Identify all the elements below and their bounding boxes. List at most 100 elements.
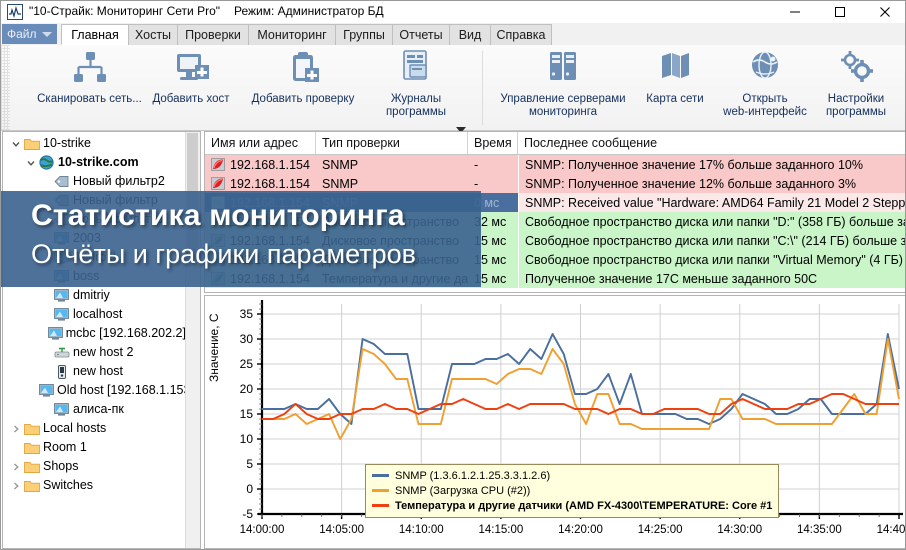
tree-node[interactable]: Local hosts (3, 419, 186, 438)
host-icon (53, 286, 70, 305)
tree-node[interactable]: new host 2 (3, 343, 186, 362)
svg-text:14:20:00: 14:20:00 (558, 524, 603, 536)
table-row[interactable]: 192.168.1.154 SNMP - SNMP: Полученное значе… (205, 155, 905, 174)
tree-node[interactable]: Room 1 (3, 438, 186, 457)
legend-label: Температура и другие датчики (AMD FX-430… (395, 499, 773, 512)
svg-text:14:30:00: 14:30:00 (717, 524, 762, 536)
tab-5[interactable]: Группы (335, 24, 393, 45)
ribbon-grip (1, 45, 10, 130)
close-button[interactable] (862, 1, 905, 23)
ribbon-button-add-host[interactable]: Добавить хост (141, 47, 241, 106)
tree-node[interactable]: алиса-пк (3, 400, 186, 419)
legend-item: SNMP (Загрузка CPU (#2)) (372, 483, 772, 498)
table-column-header[interactable]: Тип проверки (316, 132, 468, 154)
svg-text:30: 30 (240, 332, 254, 346)
table-column-header[interactable]: Последнее сообщение (518, 132, 905, 154)
ribbon-button-add-check[interactable]: Добавить проверку (233, 47, 373, 106)
tree-node[interactable]: 10-strike (3, 134, 186, 153)
chevron-down-icon (41, 31, 52, 37)
legend-color-swatch (372, 489, 389, 492)
tree-node[interactable]: Shops (3, 457, 186, 476)
svg-text:-5: -5 (242, 507, 253, 521)
ribbon-button-network-map[interactable]: Карта сети (635, 47, 715, 106)
ribbon-button-manage-servers[interactable]: Управление серверами мониторинга (491, 47, 635, 119)
tree-node-label: Switches (43, 478, 94, 492)
legend-label: SNMP (Загрузка CPU (#2)) (395, 484, 531, 497)
tree-node[interactable]: 10-strike.com (3, 153, 186, 172)
filter-tag-icon (53, 172, 70, 191)
tree-node[interactable]: Новый фильтр2 (3, 172, 186, 191)
ribbon-separator (482, 51, 483, 125)
app-window: "10-Страйк: Мониторинг Сети Pro" Режим: … (0, 0, 906, 550)
svg-text:14:10:00: 14:10:00 (399, 524, 444, 536)
table-header-row: Имя или адрес Тип проверки Время Последнее … (205, 132, 905, 155)
promo-banner-overlay: Статистика мониторинга Отчёты и графики … (1, 191, 481, 287)
svg-text:25: 25 (240, 357, 254, 371)
svg-text:5: 5 (246, 457, 253, 471)
tree-node[interactable]: new host (3, 362, 186, 381)
table-column-header[interactable]: Время (468, 132, 518, 154)
chart-y-axis-label: Значение, С (207, 313, 221, 382)
tab-2[interactable]: Хосты (128, 24, 178, 45)
table-cell-message: SNMP: Полученное значение 17% больше зад… (518, 155, 905, 174)
tree-node[interactable]: Old host [192.168.1.153] (3, 381, 194, 400)
ribbon-button-label: Настройки программы (825, 93, 887, 118)
svg-text:14:35:00: 14:35:00 (797, 524, 842, 536)
chevron-right-icon[interactable] (9, 419, 23, 438)
svg-text:0: 0 (246, 482, 253, 496)
tree-node[interactable]: localhost (3, 305, 186, 324)
servers-icon (491, 47, 635, 91)
svg-text:10: 10 (240, 432, 254, 446)
table-column-header[interactable]: Имя или адрес (205, 132, 316, 154)
legend-item: Температура и другие датчики (AMD FX-430… (372, 498, 772, 513)
minimize-button[interactable] (772, 1, 817, 23)
tree-node-label: Room 1 (43, 440, 87, 454)
ribbon-button-label: Карта сети (646, 93, 704, 105)
tree-node-label: 10-strike.com (58, 155, 139, 169)
error-icon (211, 177, 225, 190)
tree-node[interactable]: dmitriy (3, 286, 186, 305)
host-icon (53, 400, 70, 419)
svg-text:35: 35 (240, 307, 254, 321)
file-menu-button[interactable]: Файл (2, 24, 57, 44)
folder-icon (23, 134, 40, 153)
table-cell-message: Свободное пространство диска или папки "… (518, 250, 905, 269)
banner-subtitle: Отчёты и графики параметров (31, 239, 416, 269)
ribbon-button-label: Открыть web-интерфейс (723, 93, 807, 118)
tab-4[interactable]: Мониторинг (248, 24, 336, 45)
ribbon-button-label: Журналы программы (385, 93, 447, 118)
add-host-icon (141, 47, 241, 91)
chevron-down-icon[interactable] (24, 153, 38, 172)
tab-7[interactable]: Вид (449, 24, 491, 45)
tab-3[interactable]: Проверки (177, 24, 249, 45)
host-icon (39, 381, 54, 400)
ribbon-button-program-settings[interactable]: Настройки программы (813, 47, 899, 119)
chevron-down-icon[interactable] (9, 134, 23, 153)
tree-node-label: new host 2 (73, 345, 134, 359)
tree-node[interactable]: mcbc [192.168.202.2] (3, 324, 186, 343)
tree-node-label: Shops (43, 459, 79, 473)
router-icon (53, 343, 70, 362)
chevron-right-icon[interactable] (9, 476, 23, 495)
window-mode-label: Режим: Администратор БД (234, 4, 384, 18)
tree-node[interactable]: Switches (3, 476, 186, 495)
folder-icon (23, 438, 40, 457)
folder-icon (23, 476, 40, 495)
svg-text:20: 20 (240, 382, 254, 396)
table-cell-message: SNMP: Полученное значение 12% больше зад… (518, 174, 905, 193)
ribbon-button-program-logs[interactable]: Журналы программы (376, 47, 456, 119)
tab-8[interactable]: Справка (490, 24, 552, 45)
title-bar: "10-Страйк: Мониторинг Сети Pro" Режим: … (1, 1, 905, 23)
svg-text:15: 15 (240, 407, 254, 421)
tab-6[interactable]: Отчеты (392, 24, 450, 45)
tab-1[interactable]: Главная (61, 24, 129, 45)
ribbon-button-open-web-interface[interactable]: Открыть web-интерфейс (713, 47, 817, 119)
legend-color-swatch (372, 474, 389, 477)
chevron-right-icon[interactable] (9, 457, 23, 476)
maximize-button[interactable] (817, 1, 862, 23)
globe-icon (38, 153, 55, 172)
statistics-chart[interactable]: Значение, С -5 0 5 10 15 20 25 30 35 14:00:00 14:0… (204, 295, 905, 549)
